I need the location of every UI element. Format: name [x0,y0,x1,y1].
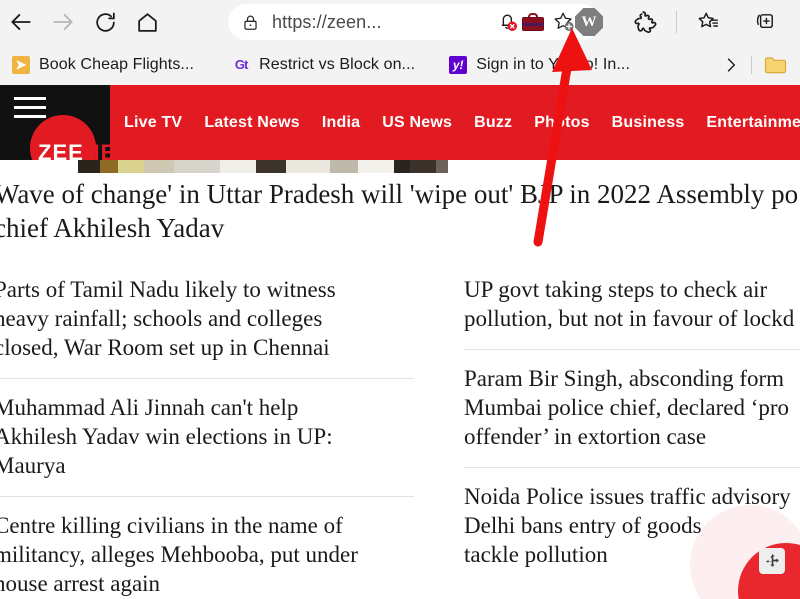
favorites-icon[interactable] [680,0,736,44]
toolbar-divider [676,11,677,33]
flight-favicon: ➤ [12,55,30,74]
logo-news: NEWS [83,140,110,160]
gt-favicon: Gt [234,57,248,72]
story-item[interactable]: Centre killing civilians in the name of m… [0,497,414,599]
story-line: UP govt taking steps to check air [464,277,768,302]
collections-icon[interactable] [736,0,792,44]
story-line: offender’ in extortion case [464,424,707,449]
folder-icon[interactable] [760,53,792,77]
nav-link-entertainment[interactable]: Entertainment [706,114,800,132]
headline-line-2: chief Akhilesh Yadav [0,213,225,243]
lead-headline[interactable]: Wave of change' in Uttar Pradesh will 'w… [0,177,800,245]
bookmark-item[interactable]: ➤ Book Cheap Flights... [4,50,202,80]
web-page: ZEENEWS Live TV Latest News India US New… [0,85,800,599]
lock-icon [228,13,272,32]
move-handle-icon[interactable] [759,548,785,574]
address-bar-url: https://zeen... [272,11,382,32]
story-line: Mumbai police chief, declared ‘pro [464,395,790,420]
hamburger-menu-icon[interactable] [14,97,46,119]
story-line: Akhilesh Yadav win elections in UP: [0,424,333,449]
story-line: militancy, alleges Mehbooba, put under [0,542,358,567]
story-line: closed, War Room set up in Chennai [0,335,330,360]
story-line: Parts of Tamil Nadu likely to witness [0,277,336,302]
story-line: Maurya [0,453,66,478]
site-logo-block[interactable]: ZEENEWS [0,85,110,160]
browser-chrome: https://zeen... W ➤ Book Cheap Flights..… [0,0,800,85]
back-button[interactable] [0,1,42,43]
forward-button[interactable] [42,1,84,43]
logo-zee: ZEE [38,140,84,160]
bookmark-label: Book Cheap Flights... [39,55,195,73]
nav-link-latest-news[interactable]: Latest News [204,114,300,132]
hero-image-strip [0,160,800,173]
nav-link-live-tv[interactable]: Live TV [124,114,182,132]
story-columns: Parts of Tamil Nadu likely to witness hea… [0,265,800,599]
story-line: Param Bir Singh, absconding form [464,366,785,391]
nav-link-business[interactable]: Business [612,114,685,132]
wikipedia-w-icon[interactable]: W [561,0,617,44]
story-item[interactable]: Parts of Tamil Nadu likely to witness hea… [0,265,414,379]
story-item[interactable]: UP govt taking steps to check air polluti… [464,265,800,350]
bookmark-item[interactable]: y! Sign in to Yahoo! In... [441,50,638,80]
bookmarks-divider [751,56,752,74]
reload-button[interactable] [84,1,126,43]
screenshot-root: https://zeen... W ➤ Book Cheap Flights..… [0,0,800,599]
extension-buttons: W [505,0,792,44]
site-nav-links: Live TV Latest News India US News Buzz P… [124,85,800,160]
password-manager-icon[interactable] [505,0,561,44]
home-button[interactable] [126,1,168,43]
nav-link-us-news[interactable]: US News [382,114,452,132]
story-line: Muhammad Ali Jinnah can't help [0,395,299,420]
yahoo-favicon: y! [449,55,468,74]
story-line: heavy rainfall; schools and colleges [0,306,323,331]
extensions-puzzle-icon[interactable] [617,0,673,44]
story-line: Centre killing civilians in the name of [0,513,343,538]
story-item[interactable]: Param Bir Singh, absconding form Mumbai p… [464,350,800,468]
headline-line-1: Wave of change' in Uttar Pradesh will 'w… [0,179,799,209]
story-item[interactable]: Muhammad Ali Jinnah can't help Akhilesh Y… [0,379,414,497]
bookmark-label: Sign in to Yahoo! In... [476,55,631,73]
left-story-column: Parts of Tamil Nadu likely to witness hea… [0,265,414,599]
bookmark-item[interactable]: Gt Restrict vs Block on... [224,50,423,80]
story-line: house arrest again [0,571,161,596]
wikipedia-w-label: W [581,13,597,30]
nav-link-photos[interactable]: Photos [534,114,589,132]
address-bar[interactable]: https://zeen... [228,4,480,40]
nav-link-india[interactable]: India [322,114,360,132]
bookmark-label: Restrict vs Block on... [259,55,416,73]
site-logo: ZEENEWS [38,140,110,160]
site-navbar: ZEENEWS Live TV Latest News India US New… [0,85,800,160]
nav-link-buzz[interactable]: Buzz [474,114,512,132]
chevron-right-icon[interactable] [720,54,742,76]
story-line: pollution, but not in favour of lockd [464,306,795,331]
bookmarks-bar: ➤ Book Cheap Flights... Gt Restrict vs B… [0,44,800,85]
